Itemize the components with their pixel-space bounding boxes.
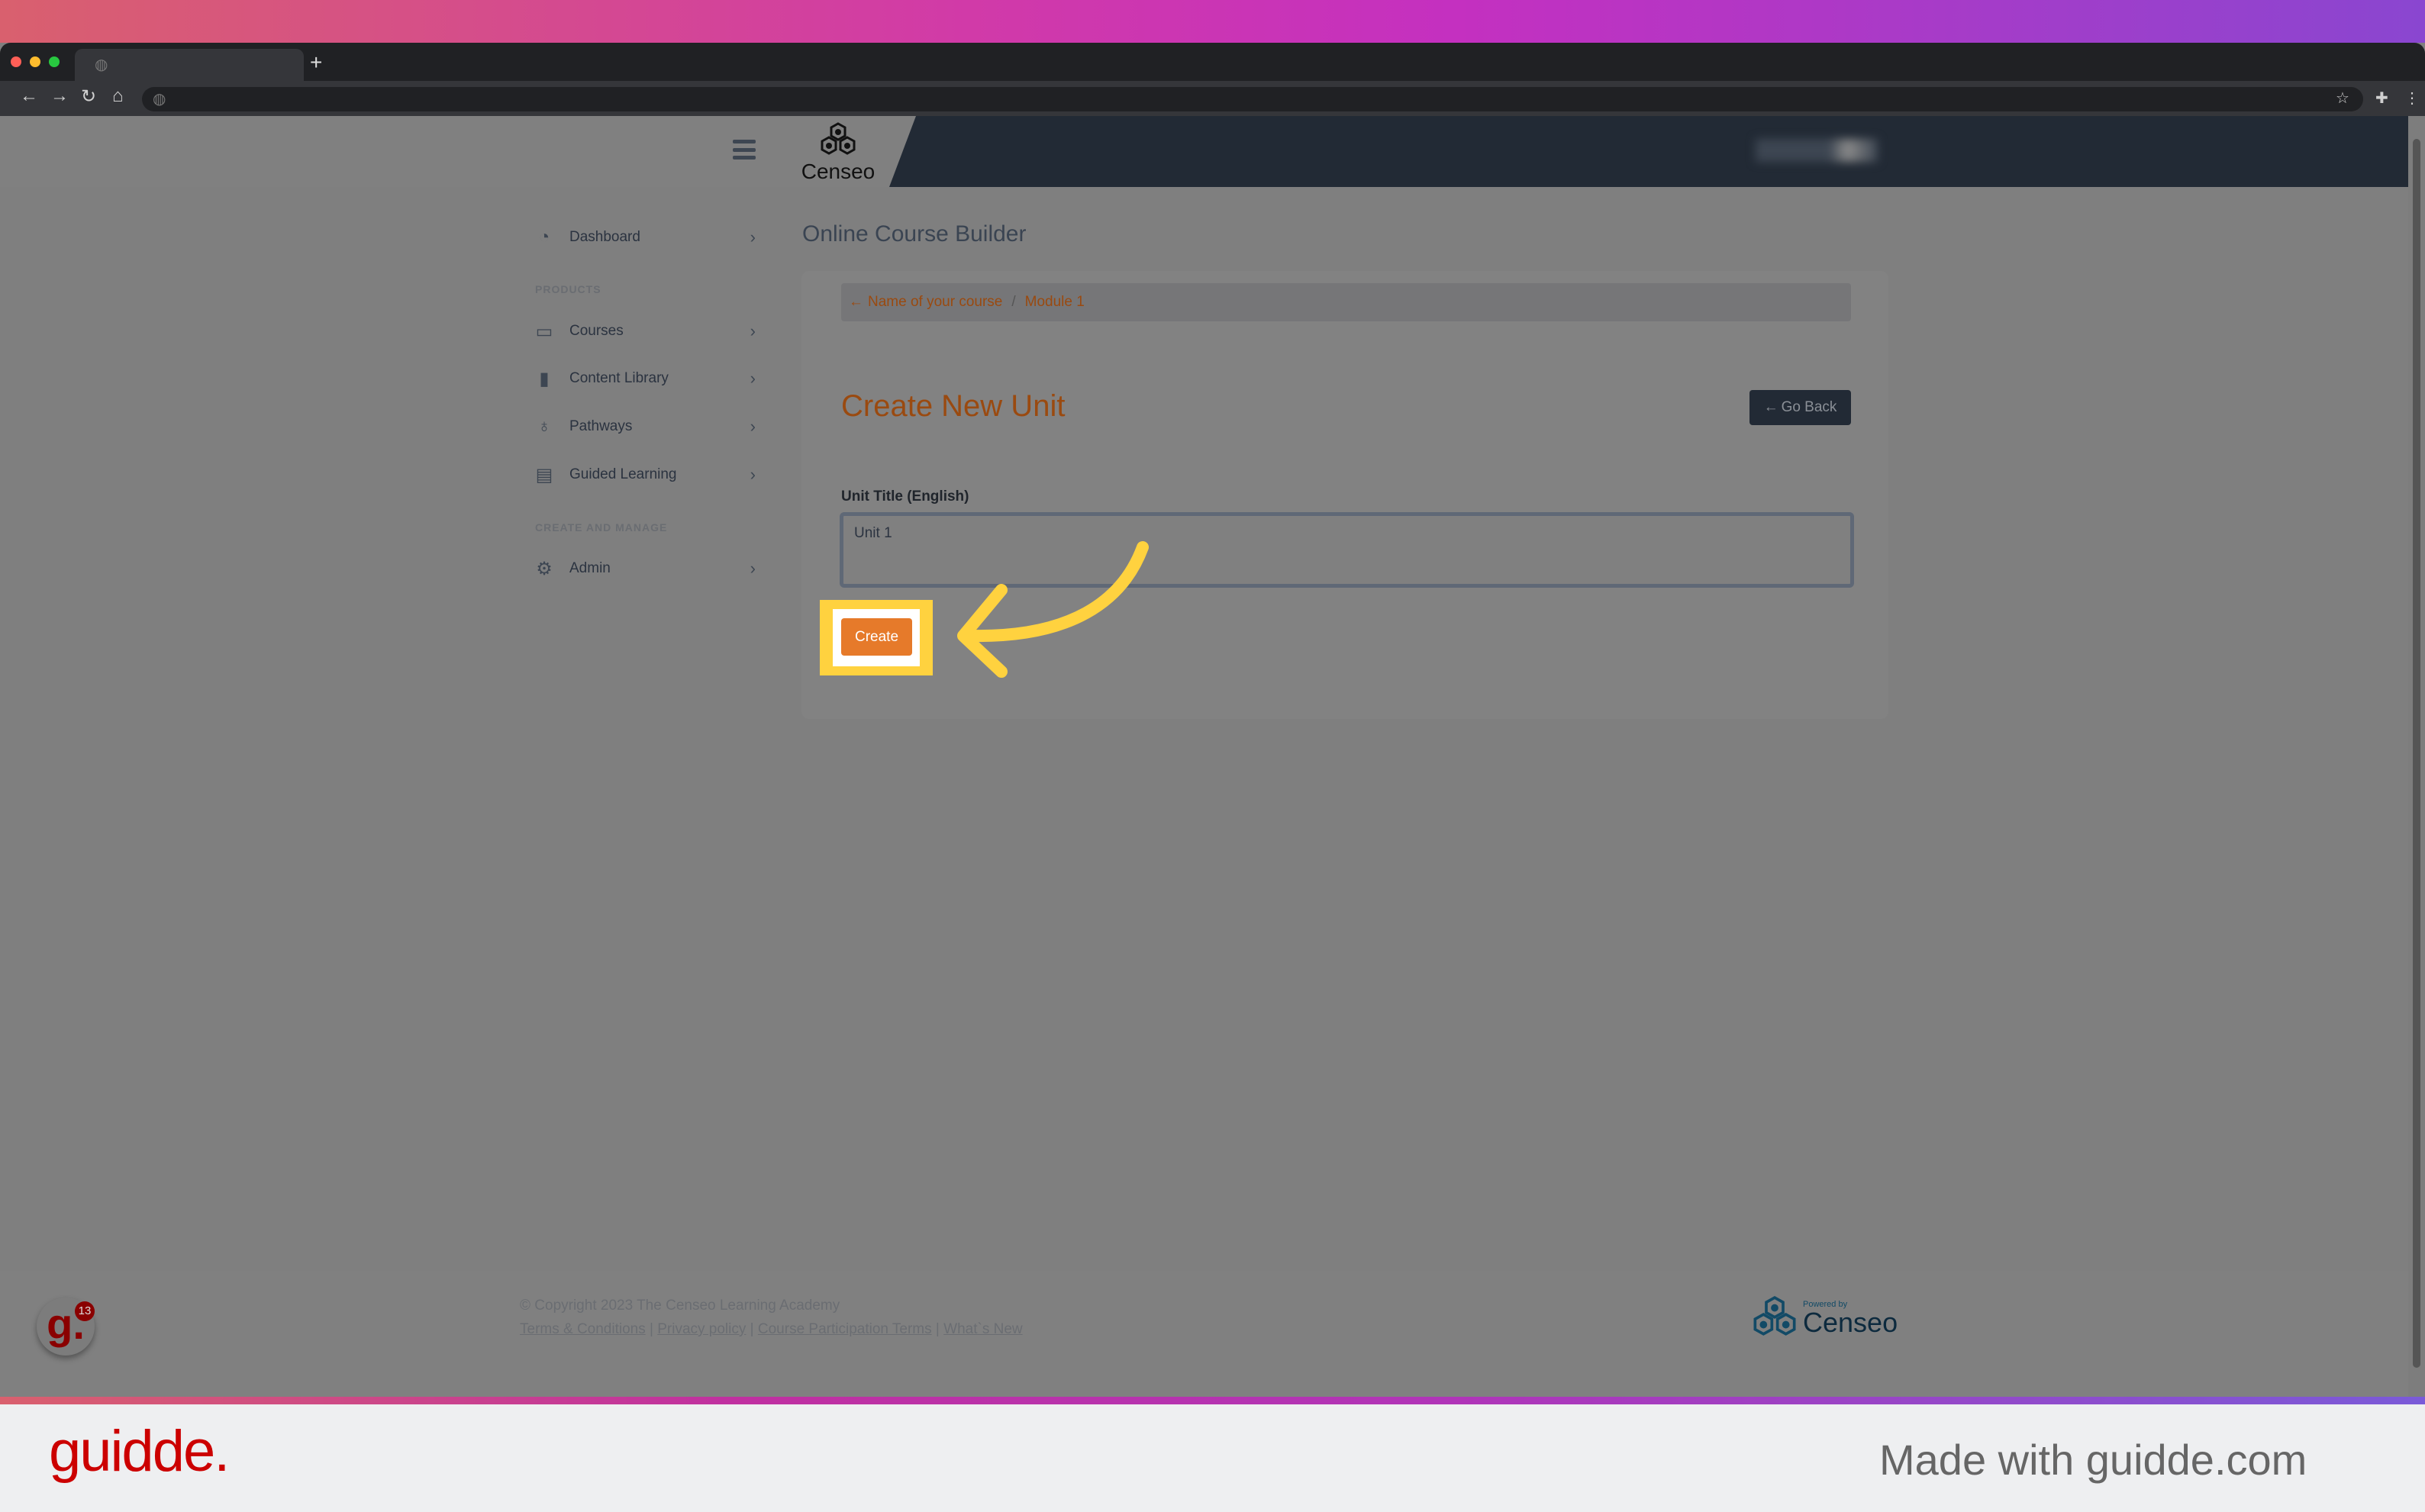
arrow-left-icon: ←: [1763, 399, 1778, 415]
breadcrumb-course-link[interactable]: Name of your course: [868, 294, 1002, 311]
page-scrollbar[interactable]: [2408, 116, 2425, 1397]
breadcrumb: ← Name of your course / Module 1: [841, 283, 1851, 321]
courses-icon: ▭: [535, 321, 553, 342]
clipboard-icon: ▤: [535, 464, 553, 485]
sidebar-section-products: PRODUCTS: [535, 283, 601, 295]
sidebar-item-label: Courses: [569, 323, 624, 339]
address-bar[interactable]: ◍: [142, 87, 2363, 111]
notification-badge: 13: [75, 1301, 95, 1321]
privacy-link[interactable]: Privacy policy: [657, 1321, 746, 1337]
browser-tab-bar: [0, 43, 2425, 81]
sidebar-item-dashboard[interactable]: ◔ Dashboard ›: [534, 222, 756, 253]
hamburger-menu-icon[interactable]: [733, 140, 756, 160]
sidebar-section-manage: CREATE AND MANAGE: [535, 521, 668, 534]
sidebar-item-label: Admin: [569, 560, 611, 576]
forward-icon[interactable]: →: [50, 85, 69, 107]
minimize-window-button[interactable]: [30, 56, 40, 67]
sidebar-item-label: Guided Learning: [569, 466, 677, 482]
home-icon[interactable]: ⌂: [112, 85, 124, 107]
menu-icon[interactable]: ⋮: [2404, 89, 2420, 108]
copyright-text: © Copyright 2023 The Censeo Learning Aca…: [520, 1298, 840, 1314]
powered-brand-text: Censeo: [1803, 1307, 1898, 1338]
back-icon[interactable]: ←: [20, 85, 38, 107]
dashboard-icon: ◔: [538, 227, 550, 247]
new-tab-button[interactable]: +: [310, 50, 322, 75]
page-title: Online Course Builder: [802, 221, 1027, 247]
made-with-guidde-text: Made with guidde.com: [1879, 1436, 2307, 1484]
arrow-left-icon: ←: [849, 294, 863, 310]
user-menu-blurred[interactable]: [1756, 139, 1878, 162]
guidde-logo: guidde.: [49, 1419, 230, 1484]
globe-icon: ◍: [153, 91, 166, 108]
terms-link[interactable]: Terms & Conditions: [520, 1321, 646, 1337]
participation-terms-link[interactable]: Course Participation Terms: [758, 1321, 932, 1337]
form-heading: Create New Unit: [841, 389, 1066, 423]
maximize-window-button[interactable]: [49, 56, 60, 67]
sidebar-item-admin[interactable]: ⚙ Admin ›: [534, 553, 756, 584]
sidebar-item-content-library[interactable]: ▮ Content Library ›: [534, 363, 756, 394]
browser-tab[interactable]: ◍: [75, 49, 304, 81]
sidebar-item-label: Pathways: [569, 418, 633, 434]
gear-icon: ⚙: [536, 558, 553, 579]
powered-by-censeo-logo: Powered by Censeo: [1749, 1294, 1898, 1343]
chevron-right-icon: ›: [750, 369, 756, 388]
chevron-right-icon: ›: [750, 321, 756, 340]
chevron-right-icon: ›: [750, 559, 756, 578]
sidebar-item-label: Content Library: [569, 370, 669, 386]
close-window-button[interactable]: [11, 56, 21, 67]
sidebar-item-guided-learning[interactable]: ▤ Guided Learning ›: [534, 459, 756, 490]
create-button[interactable]: Create: [841, 618, 912, 656]
logo-text: Censeo: [801, 160, 876, 183]
footer-links: Terms & Conditions | Privacy policy | Co…: [520, 1321, 1023, 1337]
censeo-hex-icon: [1753, 1296, 1796, 1336]
extensions-icon[interactable]: ✚: [2375, 89, 2388, 108]
chevron-right-icon: ›: [750, 417, 756, 436]
unit-title-input[interactable]: Unit 1: [840, 512, 1854, 588]
globe-icon: ◍: [95, 56, 108, 73]
censeo-logo[interactable]: Censeo: [800, 122, 876, 184]
censeo-hex-icon: [821, 122, 856, 155]
chevron-right-icon: ›: [750, 465, 756, 484]
breadcrumb-module-link[interactable]: Module 1: [1025, 294, 1085, 311]
frame-gradient: [0, 0, 2425, 43]
go-back-button[interactable]: ← Go Back: [1749, 390, 1851, 425]
sidebar-item-label: Dashboard: [569, 229, 640, 245]
sidebar-item-pathways[interactable]: ♁ Pathways ›: [534, 411, 756, 442]
sidebar-item-courses[interactable]: ▭ Courses ›: [534, 316, 756, 347]
whats-new-link[interactable]: What`s New: [943, 1321, 1022, 1337]
header-user-area: [889, 116, 2408, 187]
go-back-label: Go Back: [1781, 399, 1837, 415]
chevron-right-icon: ›: [750, 227, 756, 247]
award-icon: ♁: [537, 416, 551, 437]
site-footer: [0, 1271, 2408, 1397]
unit-title-label: Unit Title (English): [841, 488, 969, 505]
breadcrumb-separator: /: [1011, 294, 1016, 310]
reload-icon[interactable]: ↻: [81, 85, 96, 108]
star-icon[interactable]: ☆: [2336, 89, 2349, 108]
guidde-gradient-band: [0, 1397, 2425, 1404]
book-icon: ▮: [539, 368, 550, 389]
